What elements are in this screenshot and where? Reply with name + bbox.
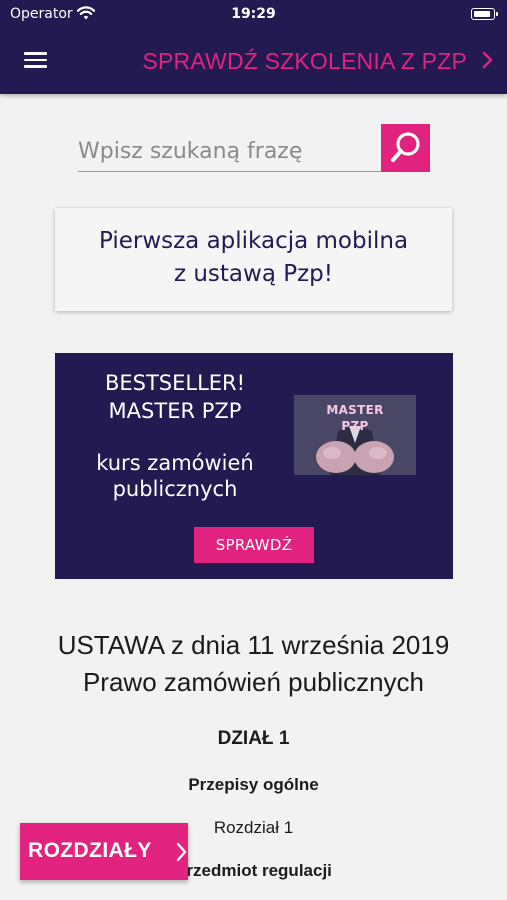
- search-row: [78, 124, 430, 174]
- nav-bar: SPRAWDŹ SZKOLENIA Z PZP: [0, 28, 507, 94]
- banner-description-1: kurs zamówień: [96, 451, 254, 475]
- promo-card: Pierwsza aplikacja mobilna z ustawą Pzp!: [55, 208, 452, 311]
- image-caption-2: PZP: [341, 419, 369, 433]
- menu-line: [24, 52, 47, 55]
- chevron-right-icon: [176, 842, 187, 862]
- master-pzp-banner[interactable]: BESTSELLER! MASTER PZP kurs zamówień pub…: [55, 353, 453, 579]
- act-title: USTAWA z dnia 11 września 2019: [57, 630, 450, 660]
- banner-headline-1: BESTSELLER!: [104, 371, 246, 395]
- search-button[interactable]: [381, 124, 430, 172]
- menu-line: [24, 65, 47, 68]
- act-name: Prawo zamówień publicznych: [82, 667, 425, 697]
- banner-description-2: publicznych: [112, 477, 238, 501]
- chevron-right-icon[interactable]: [481, 50, 495, 70]
- boxing-gloves-image: MASTER PZP: [294, 395, 416, 475]
- section-subtitle: Przepisy ogólne: [188, 775, 319, 794]
- clock-time: 19:29: [231, 6, 276, 22]
- section-heading[interactable]: DZIAŁ 1: [0, 728, 507, 750]
- promo-line-2: z ustawą Pzp!: [173, 261, 334, 287]
- chapters-button-label: ROZDZIAŁY: [28, 839, 152, 862]
- promo-line-1: Pierwsza aplikacja mobilna: [98, 228, 409, 254]
- battery-fill: [474, 11, 491, 17]
- hamburger-menu-icon[interactable]: [24, 52, 48, 70]
- image-caption-1: MASTER: [326, 403, 384, 417]
- status-bar: Operator 19:29: [0, 0, 507, 28]
- menu-line: [24, 58, 47, 61]
- check-trainings-link[interactable]: SPRAWDŹ SZKOLENIA Z PZP: [142, 48, 467, 75]
- check-button[interactable]: SPRAWDŹ: [194, 527, 314, 563]
- search-icon: [391, 132, 420, 162]
- battery-icon: [471, 8, 498, 20]
- banner-headline-2: MASTER PZP: [108, 399, 242, 423]
- chapters-button[interactable]: ROZDZIAŁY: [20, 823, 188, 880]
- search-input[interactable]: [78, 132, 381, 172]
